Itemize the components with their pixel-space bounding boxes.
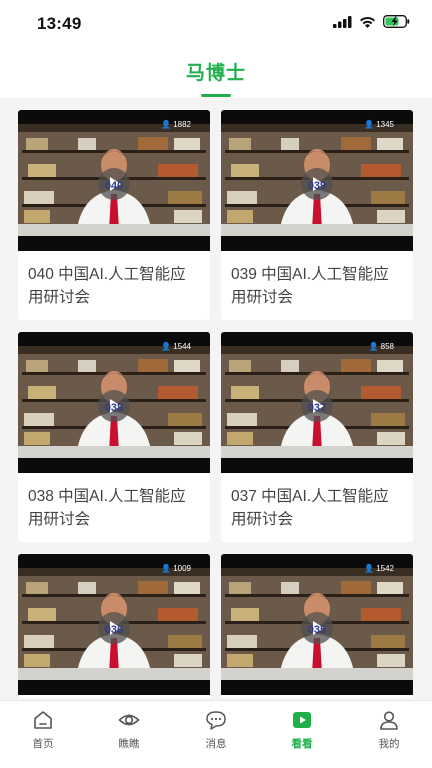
nav-item-messages[interactable]: 消息: [173, 709, 259, 751]
video-card[interactable]: 👤 1882 040 040 中国AI.人工智能应用研讨会: [18, 110, 210, 320]
video-title[interactable]: 037 中国AI.人工智能应用研讨会: [221, 473, 413, 531]
episode-number: 040: [104, 180, 124, 192]
user-icon: 👤: [161, 564, 172, 573]
view-count: 👤 1542: [364, 564, 394, 573]
nav-label: 看看: [291, 738, 313, 750]
view-count-value: 858: [380, 342, 394, 351]
episode-number: 039: [307, 180, 327, 192]
title-underline: [201, 94, 231, 97]
video-thumbnail[interactable]: 👤 1544 038: [18, 332, 210, 473]
video-card[interactable]: 👤 1544 038 038 中国AI.人工智能应用研讨会: [18, 332, 210, 542]
user-icon: 👤: [368, 342, 379, 351]
nav-label: 首页: [32, 738, 54, 750]
user-icon: 👤: [161, 342, 172, 351]
video-thumbnail[interactable]: 👤 858 037: [221, 332, 413, 473]
video-title[interactable]: [221, 695, 413, 698]
home-icon: [34, 711, 52, 729]
message-icon: [206, 711, 226, 730]
video-title[interactable]: 040 中国AI.人工智能应用研讨会: [18, 251, 210, 309]
nav-item-watch[interactable]: 看看: [259, 709, 345, 751]
view-count: 👤 1882: [161, 120, 191, 129]
video-title[interactable]: [18, 695, 210, 698]
user-icon: [380, 711, 398, 730]
video-card[interactable]: 👤 1009 036: [18, 554, 210, 698]
episode-number: 037: [307, 402, 327, 414]
video-card[interactable]: 👤 1542 035: [221, 554, 413, 698]
episode-number: 035: [307, 624, 327, 636]
view-count-value: 1009: [173, 564, 191, 573]
video-title[interactable]: 039 中国AI.人工智能应用研讨会: [221, 251, 413, 309]
video-thumbnail[interactable]: 👤 1882 040: [18, 110, 210, 251]
screen: 13:49 马博士 👤 1882 040 040 中国AI.人工智能应用研讨会 …: [0, 0, 432, 768]
nav-label: 我的: [378, 738, 400, 750]
nav-item-home[interactable]: 首页: [0, 709, 86, 751]
nav-item-profile[interactable]: 我的: [346, 709, 432, 751]
status-icons: [333, 15, 410, 28]
bottom-nav: 首页 瞧瞧 消息 看看 我的: [0, 700, 432, 768]
video-thumbnail[interactable]: 👤 1009 036: [18, 554, 210, 695]
status-time: 13:49: [37, 14, 82, 33]
battery-icon: [383, 15, 410, 28]
video-thumbnail[interactable]: 👤 1345 039: [221, 110, 413, 251]
video-grid: 👤 1882 040 040 中国AI.人工智能应用研讨会 👤 1345 039…: [18, 110, 414, 698]
episode-number: 036: [104, 624, 124, 636]
view-count-value: 1542: [376, 564, 394, 573]
nav-label: 消息: [205, 738, 227, 750]
nav-label: 瞧瞧: [118, 738, 140, 750]
user-icon: 👤: [364, 120, 375, 129]
header: 马博士: [0, 48, 432, 98]
view-count: 👤 858: [369, 342, 394, 351]
view-count: 👤 1544: [161, 342, 191, 351]
view-count: 👤 1009: [161, 564, 191, 573]
video-title[interactable]: 038 中国AI.人工智能应用研讨会: [18, 473, 210, 531]
video-thumbnail[interactable]: 👤 1542 035: [221, 554, 413, 695]
view-count-value: 1345: [376, 120, 394, 129]
episode-number: 038: [104, 402, 124, 414]
video-card[interactable]: 👤 858 037 037 中国AI.人工智能应用研讨会: [221, 332, 413, 542]
wifi-icon: [360, 16, 375, 28]
play-icon: [293, 712, 311, 728]
view-count-value: 1882: [173, 120, 191, 129]
view-count: 👤 1345: [364, 120, 394, 129]
eye-icon: [118, 714, 140, 726]
status-bar: 13:49: [0, 0, 432, 48]
nav-item-look[interactable]: 瞧瞧: [86, 709, 172, 751]
view-count-value: 1544: [173, 342, 191, 351]
user-icon: 👤: [364, 564, 375, 573]
user-icon: 👤: [161, 120, 172, 129]
video-card[interactable]: 👤 1345 039 039 中国AI.人工智能应用研讨会: [221, 110, 413, 320]
page-title: 马博士: [185, 63, 246, 84]
signal-icon: [333, 15, 352, 28]
